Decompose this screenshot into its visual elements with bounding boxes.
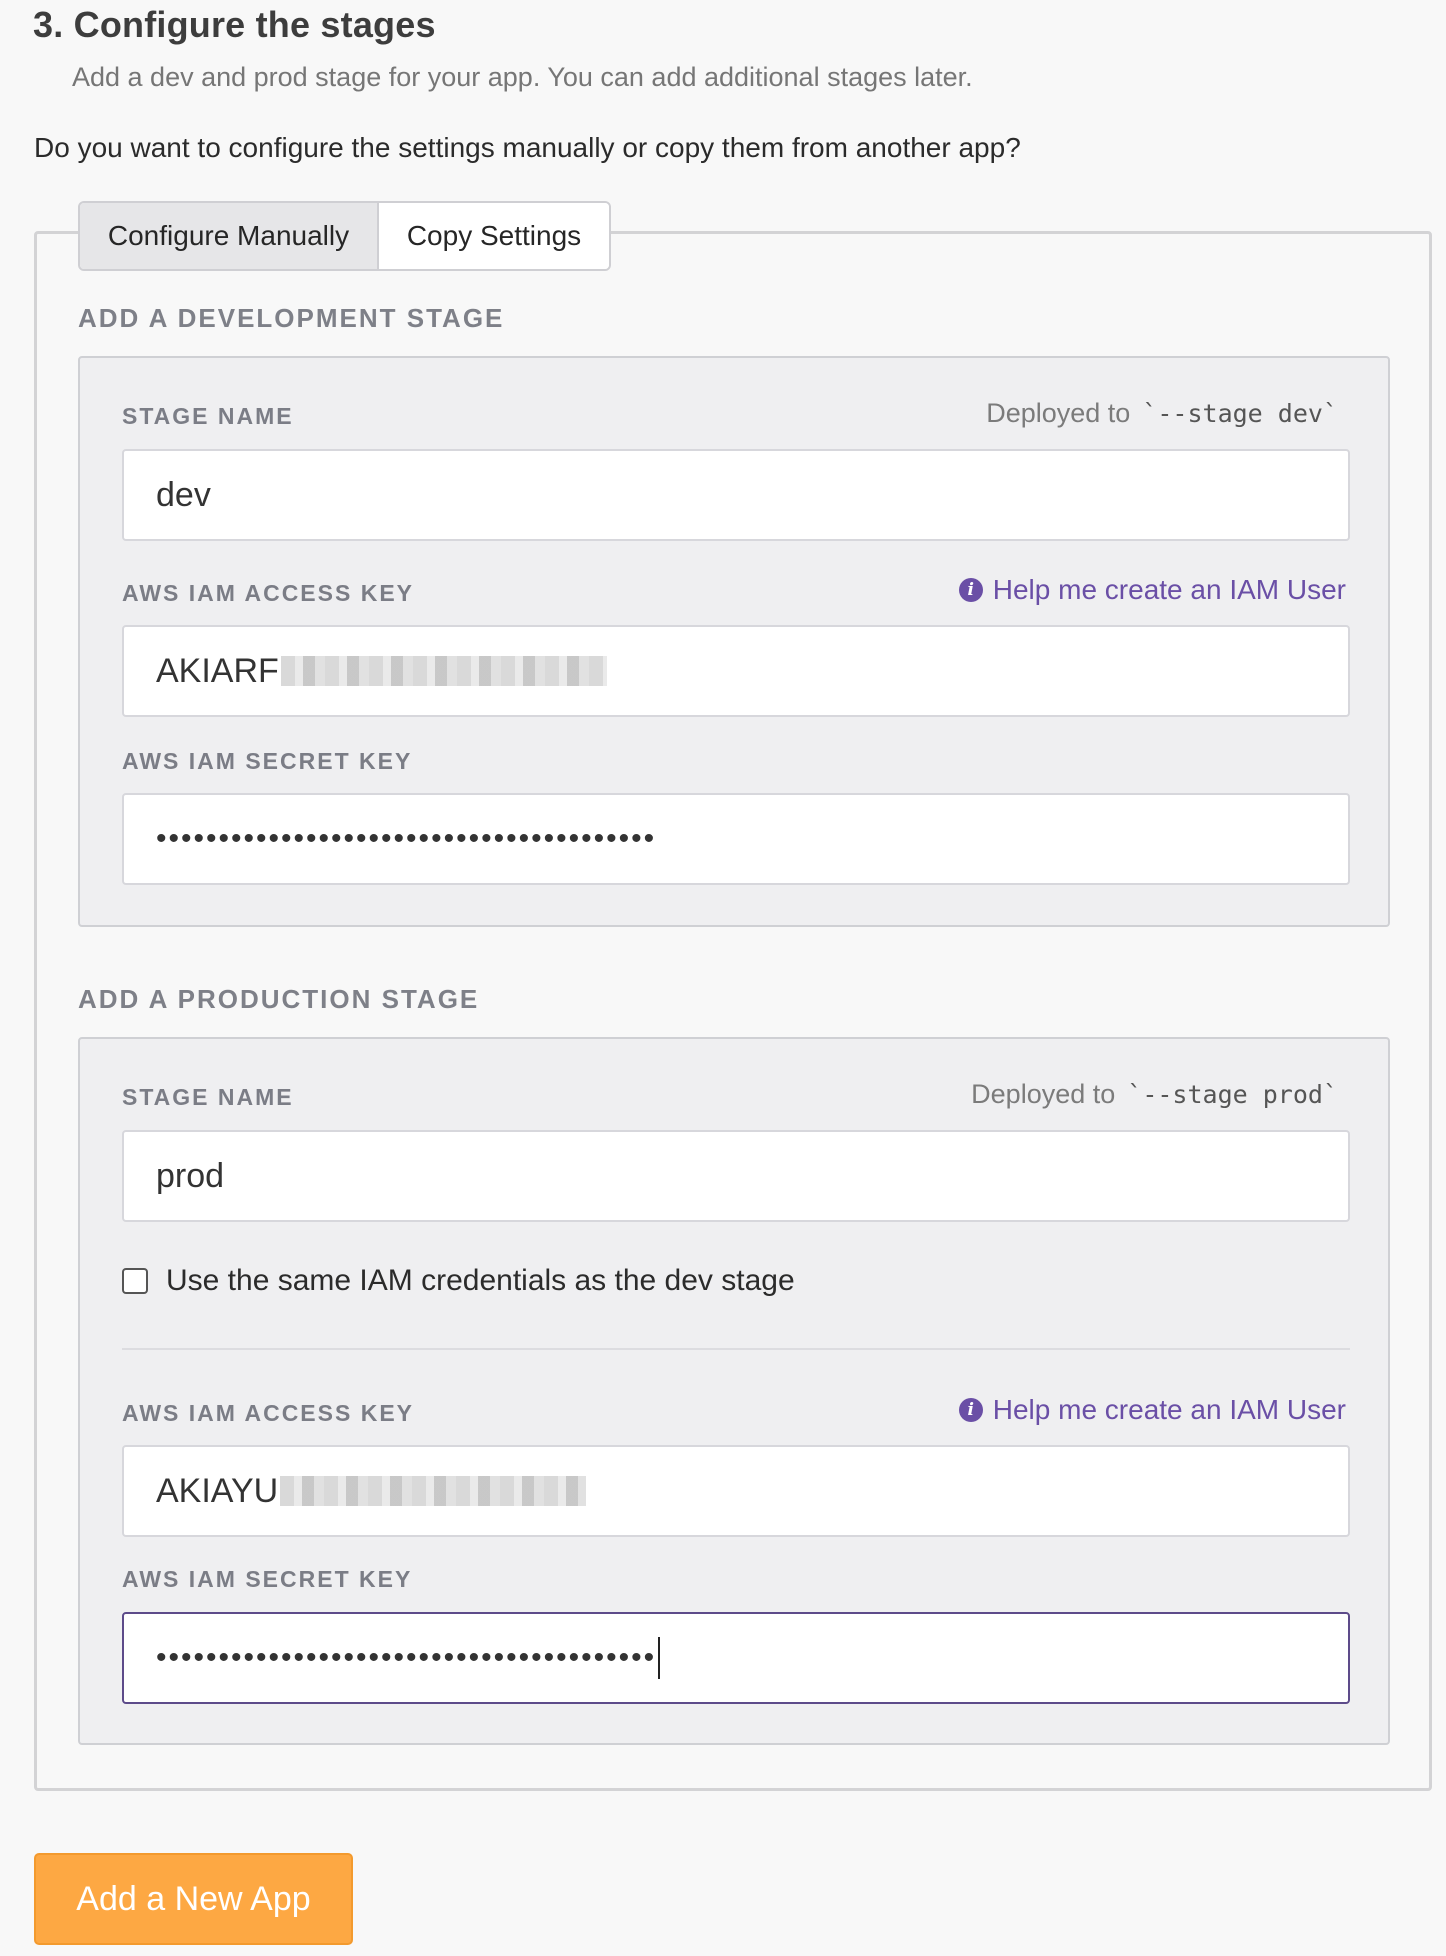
config-mode-tabs: Configure Manually Copy Settings <box>78 201 611 271</box>
dev-access-key-input[interactable]: AKIARF <box>122 625 1350 717</box>
add-new-app-button[interactable]: Add a New App <box>34 1853 353 1945</box>
prod-deployed-to-hint: Deployed to `--stage prod` <box>971 1079 1338 1110</box>
prod-access-key-value: AKIAYU <box>156 1471 279 1510</box>
dev-deployed-to-code: `--stage dev` <box>1142 399 1338 428</box>
info-circle-icon: i <box>958 578 983 602</box>
dev-help-link-label: Help me create an IAM User <box>992 574 1346 605</box>
prod-help-link-label: Help me create an IAM User <box>992 1394 1346 1425</box>
dev-secret-key-value: •••••••••••••••••••••••••••••••••••••••• <box>156 822 657 855</box>
info-circle-icon: i <box>958 1398 983 1422</box>
dev-stage-name-value: dev <box>156 475 211 514</box>
prod-access-key-input[interactable]: AKIAYU <box>122 1445 1350 1537</box>
prod-secret-key-value: •••••••••••••••••••••••••••••••••••••••• <box>156 1641 657 1674</box>
prod-access-key-redaction <box>280 1476 587 1506</box>
dev-deployed-to-hint: Deployed to `--stage dev` <box>986 398 1338 429</box>
same-credentials-label: Use the same IAM credentials as the dev … <box>166 1264 795 1297</box>
dev-secret-key-label: AWS IAM SECRET KEY <box>122 748 413 774</box>
tab-copy-settings[interactable]: Copy Settings <box>379 203 609 269</box>
prod-stage-box: STAGE NAME Deployed to `--stage prod` pro… <box>78 1037 1390 1745</box>
prod-divider <box>122 1348 1350 1350</box>
prod-stage-name-input[interactable]: prod <box>122 1130 1350 1222</box>
tab-configure-manually[interactable]: Configure Manually <box>80 203 379 269</box>
dev-stage-name-label: STAGE NAME <box>122 403 294 429</box>
dev-help-create-iam-link[interactable]: i Help me create an IAM User <box>958 574 1346 606</box>
prod-stage-name-label: STAGE NAME <box>122 1084 294 1110</box>
prod-secret-key-input[interactable]: •••••••••••••••••••••••••••••••••••••••• <box>122 1612 1350 1704</box>
dev-stage-heading: ADD A DEVELOPMENT STAGE <box>78 303 505 333</box>
prod-deployed-to-code: `--stage prod` <box>1127 1080 1338 1109</box>
text-caret <box>658 1637 661 1679</box>
dev-access-key-value: AKIARF <box>156 651 279 690</box>
prod-stage-heading: ADD A PRODUCTION STAGE <box>78 984 480 1014</box>
dev-stage-name-input[interactable]: dev <box>122 449 1350 541</box>
page-title: 3. Configure the stages <box>33 4 436 45</box>
dev-secret-key-input[interactable]: •••••••••••••••••••••••••••••••••••••••• <box>122 793 1350 885</box>
dev-deployed-to-text: Deployed to <box>986 398 1131 428</box>
config-question: Do you want to configure the settings ma… <box>34 132 1021 163</box>
same-credentials-checkbox[interactable] <box>122 1268 148 1294</box>
page-subtitle: Add a dev and prod stage for your app. Y… <box>72 62 973 92</box>
same-credentials-checkbox-row[interactable]: Use the same IAM credentials as the dev … <box>122 1264 795 1298</box>
prod-deployed-to-text: Deployed to <box>971 1079 1116 1109</box>
prod-secret-key-label: AWS IAM SECRET KEY <box>122 1566 413 1592</box>
prod-stage-name-value: prod <box>156 1156 225 1195</box>
dev-access-key-label: AWS IAM ACCESS KEY <box>122 580 415 606</box>
dev-access-key-redaction <box>280 656 607 686</box>
prod-access-key-label: AWS IAM ACCESS KEY <box>122 1400 415 1426</box>
dev-stage-box: STAGE NAME Deployed to `--stage dev` dev … <box>78 356 1390 927</box>
prod-help-create-iam-link[interactable]: i Help me create an IAM User <box>958 1394 1346 1426</box>
